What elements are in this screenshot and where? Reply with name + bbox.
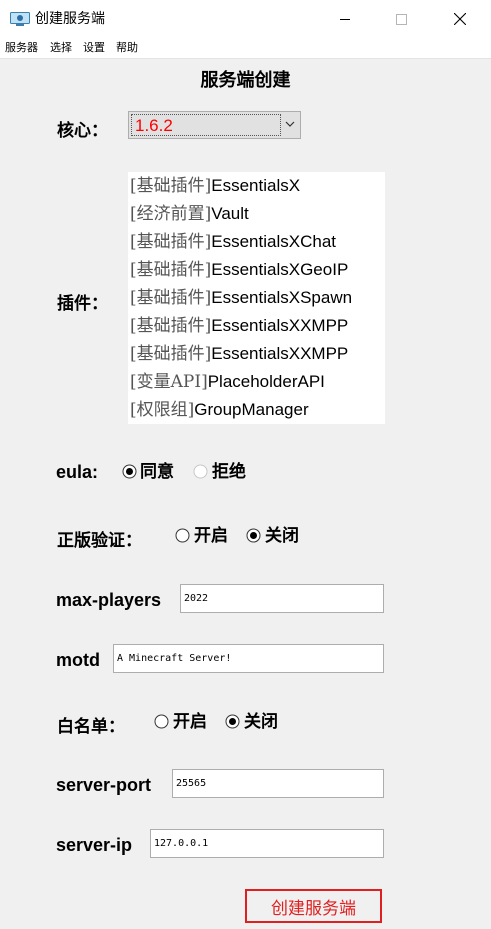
server-ip-input[interactable] <box>150 829 384 858</box>
plugin-category: [变量API] <box>130 372 208 392</box>
online-mode-on-radio[interactable] <box>175 528 190 543</box>
core-select-focus-ring: 1.6.2 <box>131 114 281 136</box>
eula-reject-label[interactable]: 拒绝 <box>212 462 246 482</box>
plugin-category: [基础插件] <box>130 288 212 308</box>
plugin-list-item[interactable]: [权限组]GroupManager <box>130 396 309 424</box>
menu-item-server[interactable]: 服务器 <box>5 40 38 56</box>
server-port-label: server-port <box>56 775 152 795</box>
server-port-input[interactable] <box>172 769 384 798</box>
plugin-name: Vault <box>211 204 249 223</box>
plugin-category: [基础插件] <box>130 260 212 280</box>
menu-item-settings[interactable]: 设置 <box>83 40 105 56</box>
plugin-list-item[interactable]: [基础插件]EssentialsX <box>130 172 300 200</box>
plugin-list-item[interactable]: [基础插件]EssentialsXGeoIP <box>130 256 348 284</box>
menu-item-select[interactable]: 选择 <box>50 40 72 56</box>
page-title: 服务端创建 <box>200 70 291 91</box>
plugin-list-item[interactable]: [基础插件]EssentialsXXMPP <box>130 340 348 368</box>
motd-label: motd <box>56 650 100 670</box>
whitelist-on-radio[interactable] <box>154 714 169 729</box>
plugins-label: 插件： <box>57 294 108 314</box>
plugin-name: EssentialsXChat <box>211 232 336 251</box>
menu-bar: 服务器 选择 设置 帮助 <box>0 38 491 59</box>
whitelist-off-radio[interactable] <box>225 714 240 729</box>
plugin-name: EssentialsXGeoIP <box>211 260 349 279</box>
online-mode-on-label[interactable]: 开启 <box>194 526 228 546</box>
plugin-category: [经济前置] <box>130 204 212 224</box>
core-select-value: 1.6.2 <box>135 116 173 135</box>
plugin-list[interactable]: [基础插件]EssentialsX [经济前置]Vault [基础插件]Esse… <box>128 172 385 424</box>
plugin-category: [基础插件] <box>130 176 212 196</box>
chevron-down-icon[interactable] <box>284 116 296 132</box>
plugin-category: [基础插件] <box>130 316 212 336</box>
server-ip-label: server-ip <box>56 835 133 855</box>
core-label: 核心： <box>57 121 108 141</box>
plugin-name: EssentialsXXMPP <box>211 344 349 363</box>
window-title: 创建服务端 <box>35 11 105 27</box>
close-icon <box>454 13 466 25</box>
plugin-category: [基础插件] <box>130 232 212 252</box>
server-app-icon <box>10 11 30 26</box>
online-mode-label: 正版验证： <box>57 531 142 551</box>
whitelist-label: 白名单： <box>57 717 125 737</box>
motd-input[interactable] <box>113 644 384 673</box>
minimize-button[interactable] <box>322 0 368 38</box>
maximize-icon <box>395 13 407 25</box>
plugin-list-item[interactable]: [变量API]PlaceholderAPI <box>130 368 325 396</box>
plugin-list-item[interactable]: [基础插件]EssentialsXChat <box>130 228 336 256</box>
minimize-icon <box>340 19 350 20</box>
plugin-category: [权限组] <box>130 400 195 420</box>
plugin-name: EssentialsX <box>211 176 301 195</box>
core-version-select[interactable]: 1.6.2 <box>128 111 301 139</box>
online-mode-off-label[interactable]: 关闭 <box>265 526 299 546</box>
plugin-name: EssentialsXXMPP <box>211 316 349 335</box>
close-button[interactable] <box>437 0 483 38</box>
plugin-name: EssentialsXSpawn <box>211 288 353 307</box>
eula-reject-radio[interactable] <box>193 464 208 479</box>
max-players-label: max-players <box>56 590 162 610</box>
title-bar: 创建服务端 <box>0 0 491 38</box>
plugin-list-item[interactable]: [基础插件]EssentialsXSpawn <box>130 284 352 312</box>
plugin-list-item[interactable]: [基础插件]EssentialsXXMPP <box>130 312 348 340</box>
plugin-name: PlaceholderAPI <box>207 372 325 391</box>
eula-agree-label[interactable]: 同意 <box>140 462 174 482</box>
plugin-list-item[interactable]: [经济前置]Vault <box>130 200 249 228</box>
menu-item-help[interactable]: 帮助 <box>116 40 138 56</box>
whitelist-off-label[interactable]: 关闭 <box>244 712 278 732</box>
online-mode-off-radio[interactable] <box>246 528 261 543</box>
max-players-input[interactable] <box>180 584 384 613</box>
plugin-name: GroupManager <box>194 400 309 419</box>
whitelist-on-label[interactable]: 开启 <box>173 712 207 732</box>
plugin-category: [基础插件] <box>130 344 212 364</box>
eula-label: eula: <box>56 462 99 482</box>
create-server-button[interactable]: 创建服务端 <box>245 889 382 923</box>
maximize-button[interactable] <box>378 0 424 38</box>
eula-agree-radio[interactable] <box>122 464 137 479</box>
